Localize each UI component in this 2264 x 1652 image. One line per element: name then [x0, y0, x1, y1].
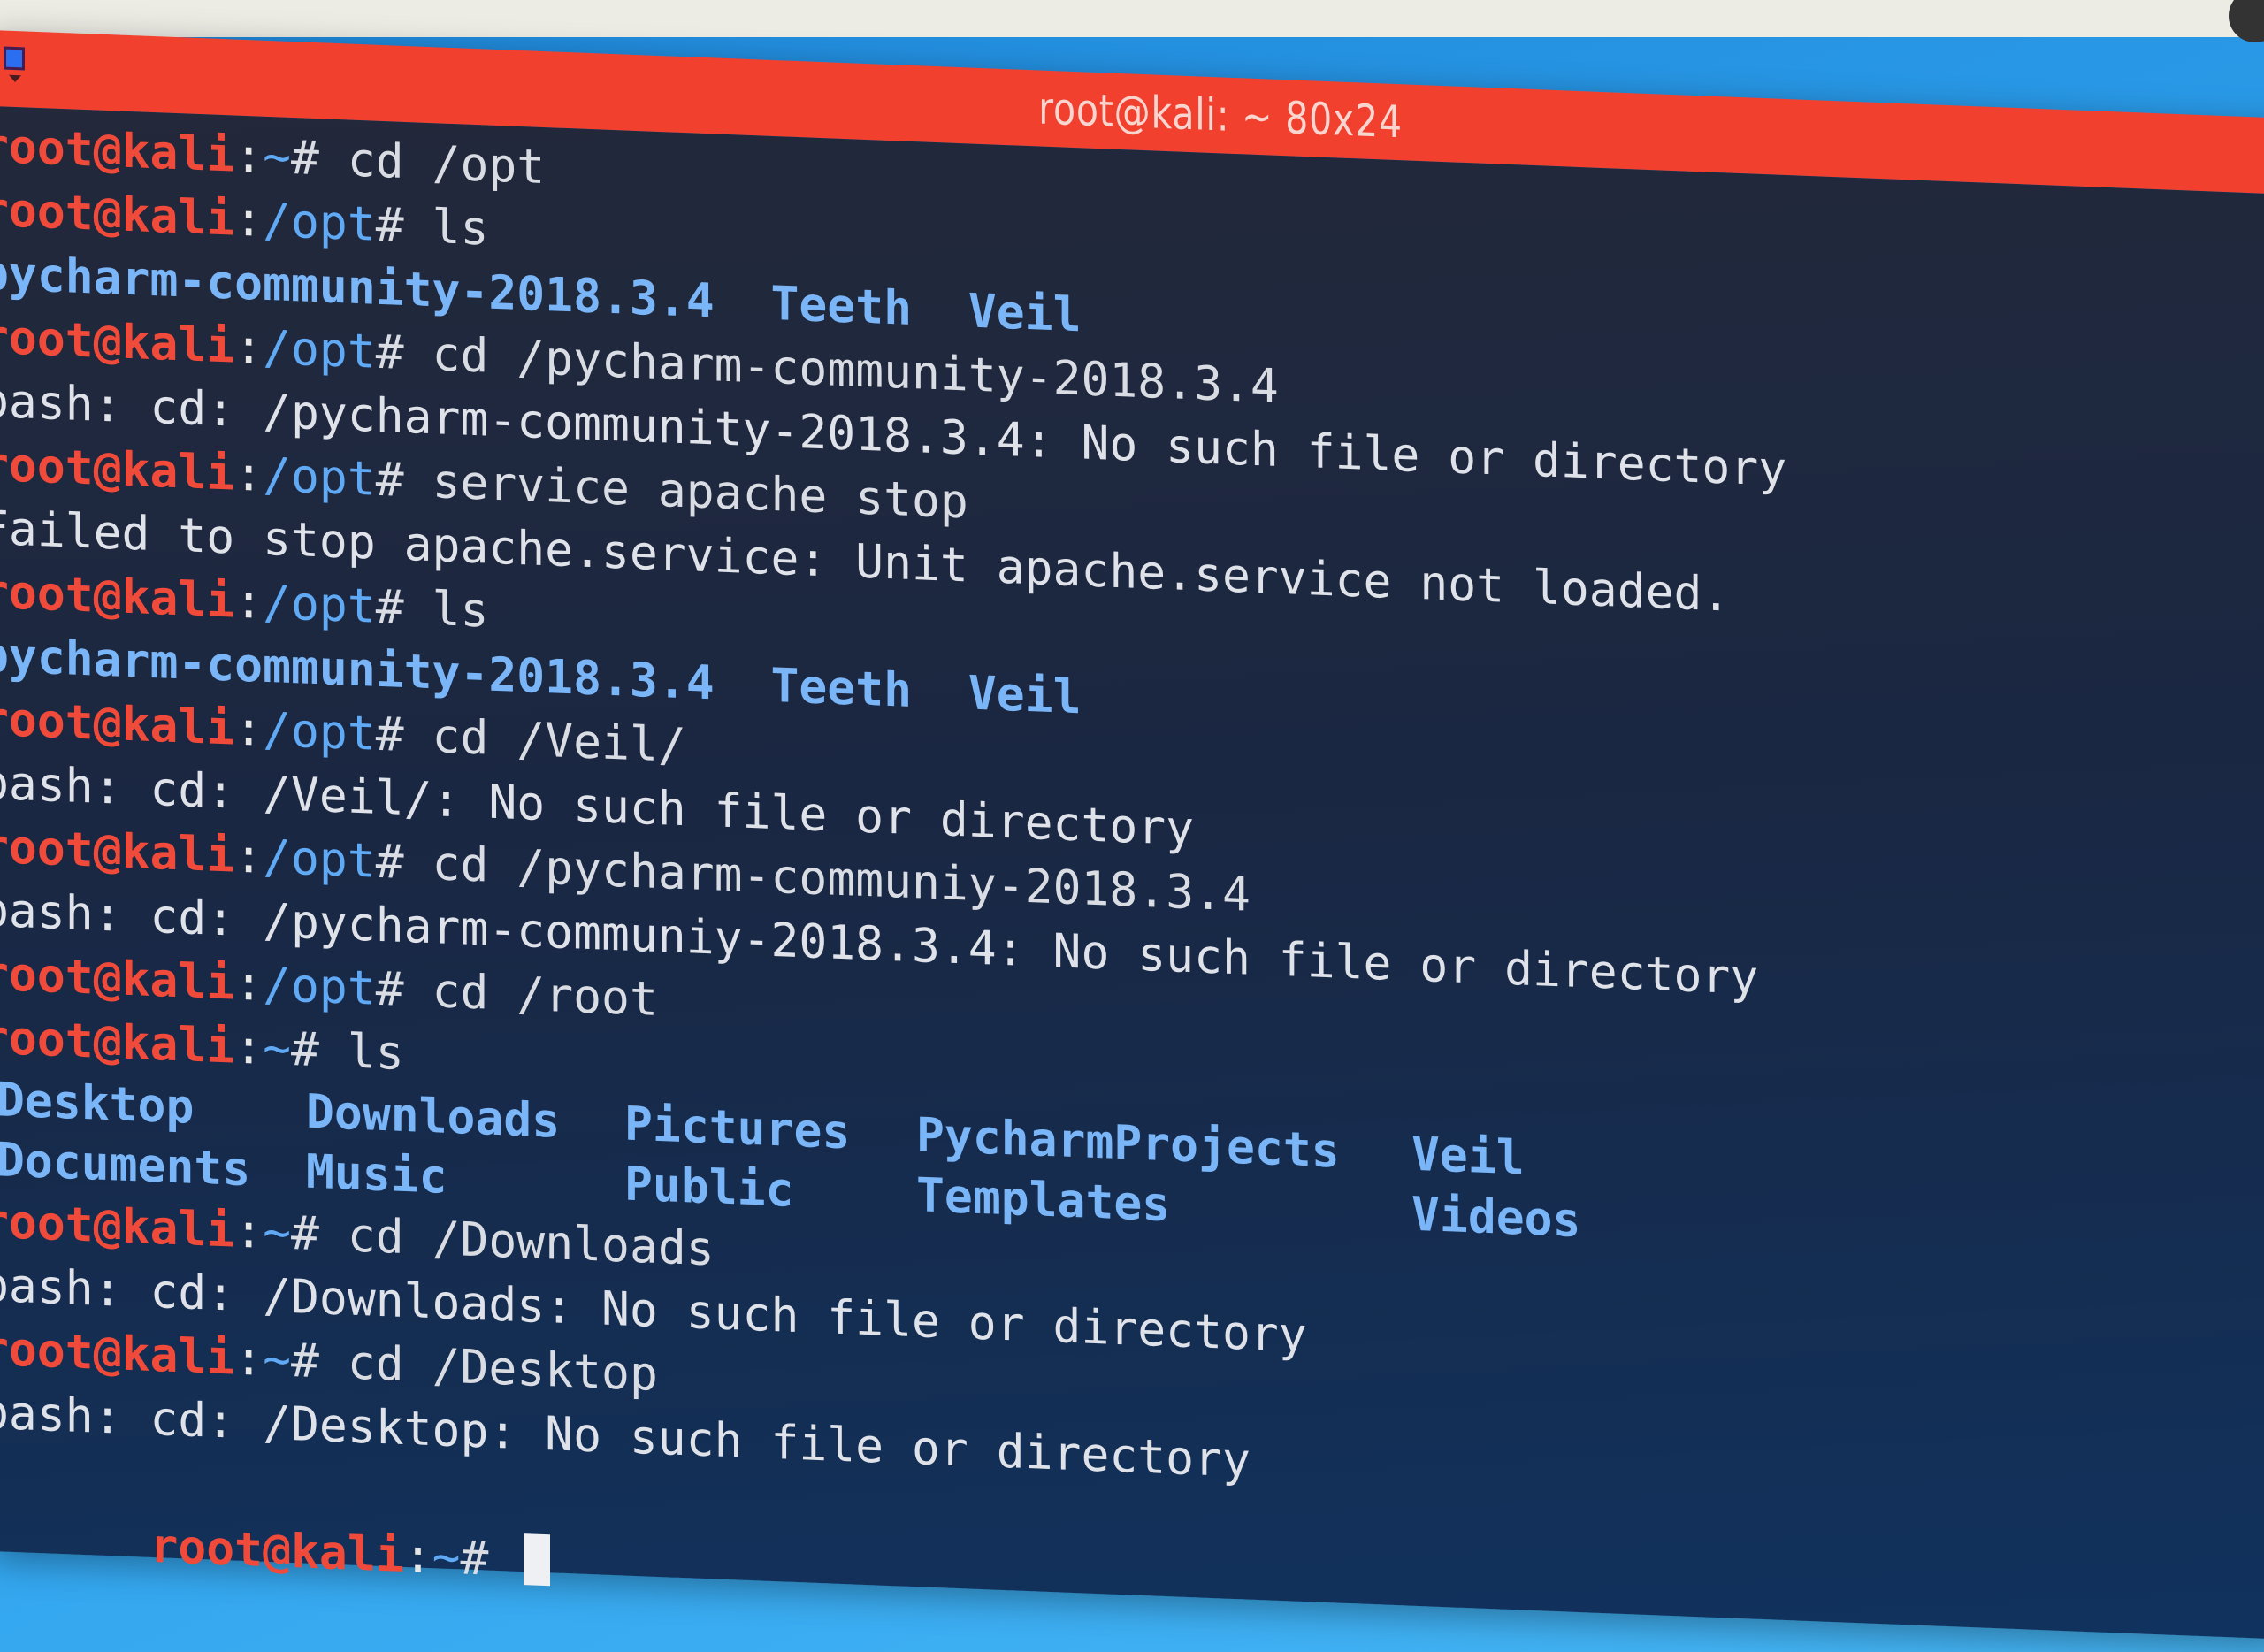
prompt-hash: #	[291, 131, 348, 187]
prompt-colon: :	[234, 192, 264, 248]
prompt-user: root@kali	[0, 564, 235, 629]
prompt-hash: #	[375, 325, 432, 382]
prompt-path: ~	[263, 1021, 292, 1077]
prompt-user: root@kali	[0, 437, 235, 501]
command-text: cd /Desktop	[347, 1335, 658, 1402]
chevron-down-icon	[9, 74, 21, 83]
prompt-hash: #	[291, 1022, 348, 1079]
dir-entry: Veil	[1411, 1127, 1525, 1186]
prompt-path: /opt	[263, 702, 376, 761]
command-text: cd /root	[432, 964, 658, 1027]
prompt-colon: :	[234, 447, 264, 502]
command-text: ls	[432, 200, 489, 256]
prompt-path: /opt	[263, 957, 376, 1016]
window-title: root@kali: ~ 80x24	[1038, 82, 1403, 149]
prompt-hash: #	[375, 452, 432, 509]
prompt-path: ~	[432, 1530, 461, 1586]
prompt-hash: #	[460, 1531, 517, 1587]
prompt-user: root@kali	[0, 1010, 235, 1075]
prompt-colon: :	[234, 128, 264, 184]
prompt-hash: #	[375, 579, 432, 637]
dir-entry: Veil	[968, 284, 1082, 343]
prompt-user: root@kali	[0, 310, 235, 374]
prompt-path: ~	[263, 1205, 292, 1261]
prompt-colon: :	[234, 574, 264, 630]
prompt-user: root@kali	[0, 819, 235, 883]
prompt-hash: #	[375, 197, 432, 255]
prompt-colon: :	[234, 1204, 264, 1259]
window-menu-square-icon	[4, 46, 25, 71]
dir-entry: Teeth	[770, 658, 913, 718]
text-cursor[interactable]	[524, 1533, 551, 1587]
prompt-user: root@kali	[0, 182, 235, 247]
window-menu-icon[interactable]	[0, 39, 27, 93]
separator	[715, 656, 771, 712]
prompt-path: /opt	[263, 447, 376, 507]
prompt-user: root@kali	[149, 1518, 404, 1583]
prompt-path: /opt	[263, 193, 376, 252]
prompt-hash: #	[375, 961, 432, 1019]
prompt-user: root@kali	[0, 119, 235, 183]
dir-entry: Teeth	[770, 276, 913, 336]
separator	[912, 664, 968, 720]
panel-icon	[2229, 0, 2264, 42]
prompt-colon: :	[234, 1020, 264, 1075]
prompt-hash: #	[291, 1206, 348, 1263]
command-text: ls	[432, 582, 489, 639]
dir-entry: Videos	[1411, 1187, 1581, 1249]
prompt-path: /opt	[263, 830, 376, 889]
prompt-colon: :	[234, 829, 264, 884]
prompt-user: root@kali	[0, 1194, 235, 1258]
separator	[912, 282, 968, 338]
terminal-output[interactable]: root@kali:~# cd /opt root@kali:/opt# ls py…	[0, 106, 2264, 1640]
prompt-hash: #	[375, 834, 432, 891]
terminal-window[interactable]: root@kali: ~ 80x24 root@kali:~# cd /opt r…	[0, 30, 2264, 1640]
prompt-user: root@kali	[0, 946, 235, 1011]
prompt-colon: :	[403, 1528, 432, 1585]
prompt-path: /opt	[263, 575, 376, 634]
prompt-hash: #	[291, 1334, 348, 1390]
prompt-hash: #	[375, 707, 432, 764]
command-text: cd /opt	[347, 133, 546, 195]
prompt-path: /opt	[263, 320, 376, 379]
command-text: cd /Downloads	[347, 1208, 715, 1277]
dir-entry: Veil	[968, 666, 1082, 725]
prompt-colon: :	[234, 1331, 264, 1387]
prompt-colon: :	[234, 956, 264, 1012]
dir-entry: Public	[624, 1157, 794, 1218]
dir-entry: Pictures	[624, 1097, 851, 1160]
prompt-user: root@kali	[0, 692, 235, 756]
prompt-colon: :	[234, 701, 264, 757]
prompt-user: root@kali	[0, 1321, 235, 1386]
separator	[715, 274, 771, 330]
top-panel	[0, 0, 2264, 42]
prompt-colon: :	[234, 319, 264, 375]
prompt-path: ~	[263, 129, 292, 186]
command-text: ls	[347, 1024, 404, 1081]
prompt-path: ~	[263, 1332, 292, 1388]
command-text: cd /Veil/	[432, 709, 686, 774]
